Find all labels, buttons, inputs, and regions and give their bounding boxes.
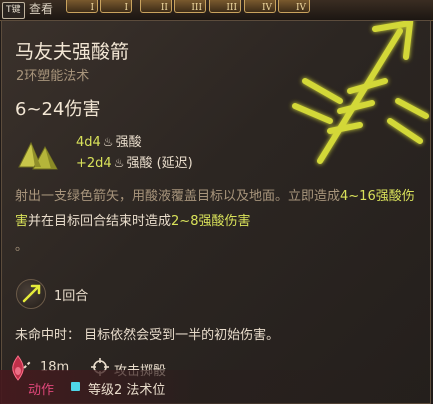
- damage-type: 强酸: [126, 156, 153, 171]
- spell-slot-icon: [71, 382, 80, 391]
- damage-line-immediate: 4d4 ♨ 强酸: [76, 131, 142, 150]
- spell-slot-cost-label: 等级2 法术位: [88, 383, 166, 398]
- examine-key-hint: T键: [2, 2, 25, 19]
- description-text: 。: [15, 239, 29, 254]
- damage-line-delayed: +2d4 ♨ 强酸 (延迟): [76, 152, 193, 171]
- description-text: 并在目标回合结束时造成: [28, 214, 172, 229]
- damage-total: 6~24伤害: [15, 99, 101, 120]
- spell-slot-tab-4[interactable]: III: [174, 0, 206, 13]
- examine-label[interactable]: 查看: [29, 1, 53, 18]
- damage-dice: +2d4: [76, 156, 112, 171]
- damage-suffix: (延迟): [152, 156, 193, 171]
- description-text: 射出一支绿色箭矢，用酸液覆盖目标以及地面。立即造成: [15, 189, 341, 204]
- damage-dice: 4d4: [76, 135, 101, 150]
- spell-level-school: 2环塑能法术: [16, 69, 90, 84]
- spell-slot-tab-6[interactable]: IV: [244, 0, 276, 13]
- cost-bar: [0, 370, 433, 404]
- spell-description: 射出一支绿色箭矢，用酸液覆盖目标以及地面。立即造成4~16强酸伤害并在目标回合结…: [15, 184, 417, 259]
- spell-slot-tab-3[interactable]: II: [140, 0, 172, 13]
- action-icon: [12, 355, 24, 381]
- on-miss-text: 未命中时： 目标依然会受到一半的初始伤害。: [15, 328, 280, 343]
- spell-tooltip: 马友夫强酸箭 2环塑能法术 6~24伤害 4d4 ♨ 强酸 +2d4 ♨ 强酸 (延迟)…: [1, 20, 431, 404]
- spell-slot-tab-5[interactable]: III: [209, 0, 241, 13]
- damage-type: 强酸: [115, 135, 142, 150]
- spell-slot-tab-1[interactable]: I: [66, 0, 98, 13]
- acid-drop-icon: ♨: [113, 156, 125, 170]
- spell-slot-tab-7[interactable]: IV: [278, 0, 310, 13]
- acid-drop-icon: ♨: [102, 135, 114, 149]
- acid-arrow-spell-art: [292, 21, 429, 164]
- spell-slot-tab-2[interactable]: I: [100, 0, 132, 13]
- action-cost-label: 动作: [28, 383, 55, 398]
- hotbar-strip: T键 查看 I I II III III IV IV: [0, 0, 433, 21]
- acid-arrow-round-icon: [16, 279, 46, 309]
- cast-cost: 1回合: [54, 289, 89, 304]
- spell-name: 马友夫强酸箭: [15, 41, 130, 63]
- delayed-damage-highlight: 2~8强酸伤害: [171, 214, 251, 229]
- acid-damage-icon: [18, 141, 58, 170]
